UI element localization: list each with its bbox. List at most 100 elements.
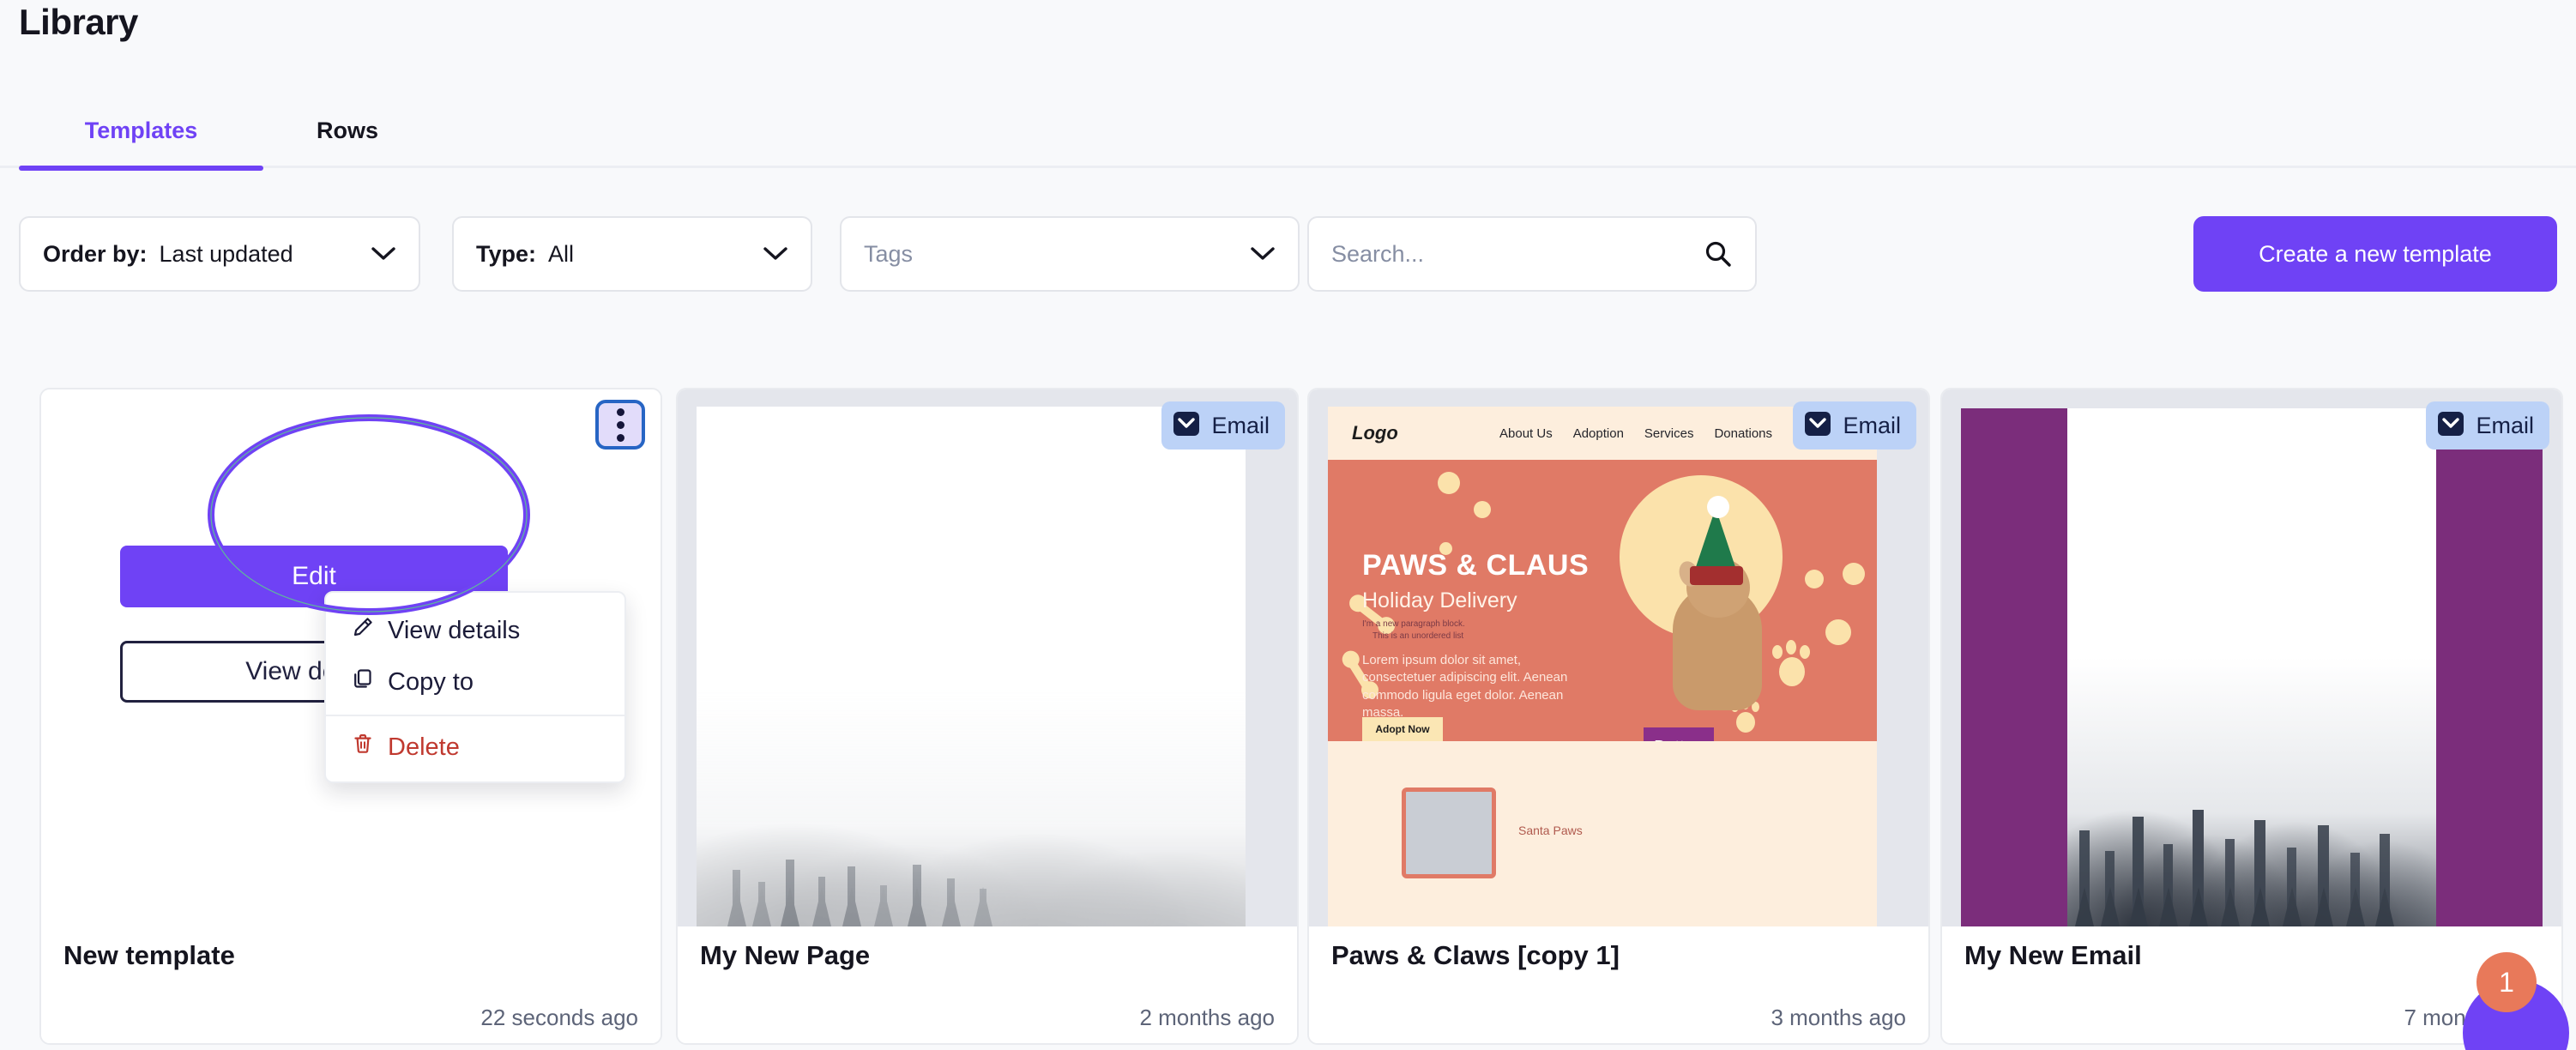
thumb-logo: Logo bbox=[1352, 422, 1398, 444]
chevron-down-icon bbox=[1250, 246, 1276, 262]
envelope-icon bbox=[2436, 409, 2465, 443]
thumb-nav-links: About Us Adoption Services Donations bbox=[1499, 426, 1772, 441]
card-title: My New Page bbox=[700, 940, 871, 970]
pencil-icon bbox=[352, 616, 374, 645]
card-timestamp: 3 months ago bbox=[1771, 1005, 1906, 1030]
card-title: New template bbox=[63, 940, 235, 970]
template-thumbnail bbox=[678, 389, 1297, 926]
thumb-body-text: Lorem ipsum dolor sit amet, consectetuer… bbox=[1362, 653, 1568, 720]
template-card[interactable]: Email My New Email 7 months ago bbox=[1940, 388, 2563, 1045]
thumb-hero-subtitle: Holiday Delivery bbox=[1362, 588, 1517, 612]
tree bbox=[758, 882, 765, 926]
template-card[interactable]: Email My New Page 2 months ago bbox=[676, 388, 1299, 1045]
kebab-dot bbox=[616, 407, 624, 416]
dog-illustration bbox=[1664, 496, 1771, 710]
tree bbox=[2105, 851, 2114, 926]
kebab-dot bbox=[616, 420, 624, 429]
chevron-down-icon bbox=[371, 246, 396, 262]
thumb-list-item: This is an unordered list bbox=[1372, 631, 1464, 641]
type-filter[interactable]: Type: All bbox=[452, 216, 812, 292]
search-placeholder: Search... bbox=[1331, 240, 1425, 267]
filter-toolbar: Order by: Last updated Type: All Tags Se… bbox=[0, 206, 2576, 317]
notification-badge[interactable]: 1 bbox=[2476, 952, 2537, 1012]
copy-icon bbox=[352, 667, 374, 697]
card-title: My New Email bbox=[1964, 940, 2142, 970]
kebab-menu-button[interactable] bbox=[595, 400, 645, 450]
context-menu: View details Copy to Delete bbox=[324, 591, 626, 783]
card-timestamp: 2 months ago bbox=[1139, 1005, 1275, 1030]
card-meta: My New Page 2 months ago bbox=[678, 926, 1297, 1043]
tree bbox=[2350, 853, 2360, 926]
thumb-nav-link: About Us bbox=[1499, 425, 1553, 441]
page-title: Library bbox=[19, 2, 138, 42]
email-type-badge[interactable]: Email bbox=[1161, 401, 1285, 450]
tree bbox=[980, 889, 986, 926]
library-page: Library Templates Rows Order by: Last up… bbox=[0, 0, 2576, 1050]
decor-dot bbox=[1438, 472, 1460, 494]
thumb-nav-link: Donations bbox=[1714, 425, 1772, 441]
thumbnail-artwork bbox=[697, 407, 1246, 926]
tree bbox=[2079, 830, 2090, 926]
order-by-label: Order by: bbox=[43, 240, 148, 267]
template-card[interactable]: Logo About Us Adoption Services Donation… bbox=[1307, 388, 1930, 1045]
thumbnail-artwork: Logo About Us Adoption Services Donation… bbox=[1328, 407, 1877, 926]
tree bbox=[2193, 810, 2204, 926]
tree bbox=[947, 878, 955, 926]
envelope-icon bbox=[1803, 409, 1832, 443]
tree bbox=[2380, 834, 2390, 926]
type-value: All bbox=[548, 240, 575, 267]
thumbnail-artwork bbox=[1961, 408, 2543, 926]
tree bbox=[2287, 848, 2296, 926]
thumb-button: Button bbox=[1644, 727, 1714, 741]
decor-dot bbox=[1474, 501, 1491, 518]
tree bbox=[818, 877, 825, 926]
thumb-note: I'm a new paragraph block. bbox=[1362, 619, 1465, 629]
tree bbox=[880, 885, 887, 926]
card-title: Paws & Claws [copy 1] bbox=[1331, 940, 1620, 970]
email-badge-label: Email bbox=[2476, 412, 2534, 438]
tags-filter[interactable]: Tags bbox=[840, 216, 1300, 292]
create-new-template-button[interactable]: Create a new template bbox=[2193, 216, 2557, 292]
card-timestamp: 22 seconds ago bbox=[480, 1005, 638, 1030]
kebab-dot bbox=[616, 433, 624, 442]
email-badge-label: Email bbox=[1843, 412, 1901, 438]
tree bbox=[913, 865, 921, 926]
email-type-badge[interactable]: Email bbox=[1793, 401, 1916, 450]
mist-layer bbox=[697, 687, 1246, 926]
card-meta: New template 22 seconds ago bbox=[41, 926, 661, 1043]
tree bbox=[848, 866, 855, 926]
decor-dot bbox=[1843, 563, 1865, 585]
tab-templates-label: Templates bbox=[84, 117, 198, 143]
chevron-down-icon bbox=[763, 246, 788, 262]
menu-item-label: View details bbox=[388, 616, 521, 644]
tree bbox=[2133, 817, 2144, 926]
menu-item-view-details[interactable]: View details bbox=[326, 605, 624, 656]
thumb-section-text: Santa Paws bbox=[1518, 824, 1583, 837]
search-input[interactable]: Search... bbox=[1307, 216, 1757, 292]
tree bbox=[2225, 839, 2235, 926]
menu-item-label: Delete bbox=[388, 733, 460, 761]
thumb-lower-section: Santa Paws bbox=[1328, 741, 1877, 926]
search-icon[interactable] bbox=[1704, 239, 1733, 269]
template-card[interactable]: Edit View details View details Copy to D… bbox=[39, 388, 662, 1045]
menu-item-delete[interactable]: Delete bbox=[326, 721, 624, 773]
thumb-cta-button: Adopt Now bbox=[1362, 717, 1443, 741]
menu-item-copy-to[interactable]: Copy to bbox=[326, 656, 624, 708]
template-grid: Edit View details View details Copy to D… bbox=[0, 384, 2576, 1050]
menu-item-label: Copy to bbox=[388, 667, 474, 696]
menu-divider bbox=[326, 715, 624, 716]
email-badge-label: Email bbox=[1211, 412, 1270, 438]
thumb-content-column bbox=[2067, 408, 2436, 926]
order-by-filter[interactable]: Order by: Last updated bbox=[19, 216, 420, 292]
tree bbox=[786, 860, 794, 926]
tab-templates[interactable]: Templates bbox=[19, 93, 263, 171]
tab-rows[interactable]: Rows bbox=[279, 93, 416, 168]
type-label: Type: bbox=[476, 240, 537, 267]
tree bbox=[2254, 820, 2265, 926]
tab-rows-label: Rows bbox=[316, 117, 378, 143]
decor-dot bbox=[1805, 570, 1824, 588]
email-type-badge[interactable]: Email bbox=[2426, 401, 2549, 450]
tree bbox=[733, 870, 740, 926]
order-by-value: Last updated bbox=[159, 240, 293, 267]
tags-placeholder: Tags bbox=[864, 240, 914, 267]
